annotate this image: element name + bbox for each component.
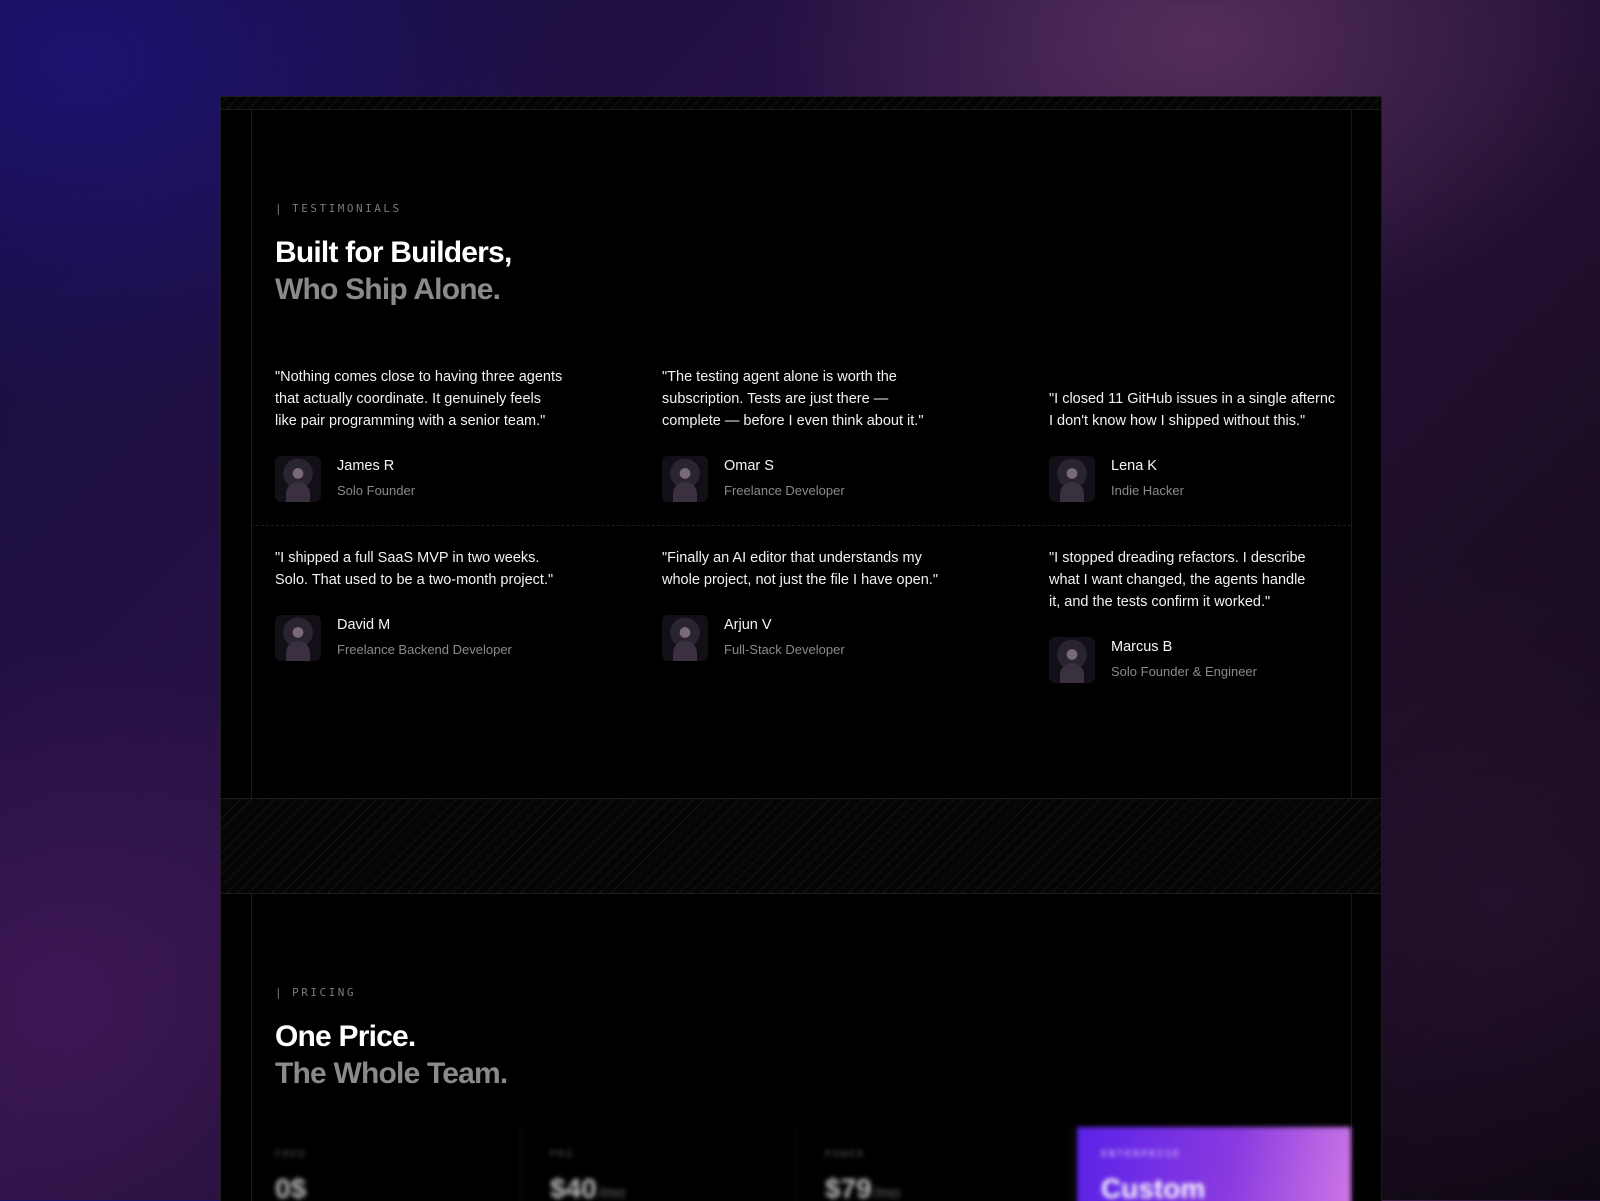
avatar [275,615,321,661]
testimonial-author: James R Solo Founder [275,456,615,504]
author-name: Marcus B [1111,639,1173,655]
testimonial-quote: "The testing agent alone is worth the su… [662,369,924,429]
pricing-plans: FREE 0$ PRO $40/mo POWER $79/mo ENTERPRI… [251,1127,1351,1201]
testimonial-quote: "I stopped dreading refactors. I describ… [1049,550,1306,610]
row-divider [251,525,1351,526]
frame-line-right [1351,109,1352,799]
pricing-eyebrow: | PRICING [275,986,356,999]
plan-name: POWER [825,1149,866,1160]
plan-name: PRO [550,1149,575,1160]
plan-price: $79/mo [825,1173,901,1201]
avatar [1049,456,1095,502]
testimonial-card: "I shipped a full SaaS MVP in two weeks.… [275,547,615,663]
frame-line-right-lower [1351,893,1352,1201]
testimonials-eyebrow: | TESTIMONIALS [275,202,402,215]
plan-name: ENTERPRISE [1101,1149,1182,1160]
plan-card-pro[interactable]: PRO $40/mo [526,1127,797,1201]
author-name: Lena K [1111,458,1157,474]
top-hatch-strip [221,97,1381,110]
avatar [662,456,708,502]
testimonial-card: "Nothing comes close to having three age… [275,366,615,504]
plan-card-free[interactable]: FREE 0$ [251,1127,522,1201]
plan-price: $40/mo [550,1173,626,1201]
avatar [275,456,321,502]
testimonial-author: David M Freelance Backend Developer [275,615,615,663]
plan-card-power[interactable]: POWER $79/mo [801,1127,1072,1201]
testimonial-card: "I stopped dreading refactors. I describ… [1049,547,1381,685]
testimonial-quote: "Finally an AI editor that understands m… [662,550,938,588]
testimonial-author: Arjun V Full-Stack Developer [662,615,1002,663]
author-name: Omar S [724,458,774,474]
author-name: James R [337,458,395,474]
testimonial-card: "Finally an AI editor that understands m… [662,547,1002,663]
testimonial-card: "The testing agent alone is worth the su… [662,366,1002,504]
author-role: Freelance Backend Developer [337,642,512,657]
plan-price: 0$ [275,1173,307,1201]
testimonials-subtitle: Who Ship Alone. [275,273,501,306]
author-name: David M [337,617,391,633]
testimonial-author: Omar S Freelance Developer [662,456,1002,504]
testimonial-quote: "I closed 11 GitHub issues in a single a… [1049,391,1336,429]
section-divider-band [221,798,1381,894]
testimonial-author: Marcus B Solo Founder & Engineer [1049,637,1381,685]
page-container: | TESTIMONIALS Built for Builders, Who Sh… [220,96,1382,1201]
testimonial-quote: "I shipped a full SaaS MVP in two weeks.… [275,550,554,588]
author-name: Arjun V [724,617,772,633]
testimonial-author: Lena K Indie Hacker [1049,456,1349,504]
avatar [1049,637,1095,683]
author-role: Freelance Developer [724,483,845,498]
author-role: Solo Founder [337,483,416,498]
testimonial-quote: "Nothing comes close to having three age… [275,369,563,429]
pricing-subtitle: The Whole Team. [275,1057,508,1090]
plan-card-enterprise[interactable]: ENTERPRISE Custom [1077,1127,1351,1201]
pricing-title: One Price. [275,1020,416,1053]
plan-price: Custom [1101,1173,1206,1201]
author-role: Solo Founder & Engineer [1111,664,1257,679]
plan-name: FREE [275,1149,308,1160]
avatar [662,615,708,661]
frame-line-left [251,109,252,799]
testimonial-card: "I closed 11 GitHub issues in a single a… [1049,388,1349,504]
author-role: Full-Stack Developer [724,642,845,657]
testimonials-title: Built for Builders, [275,236,512,269]
author-role: Indie Hacker [1111,483,1184,498]
